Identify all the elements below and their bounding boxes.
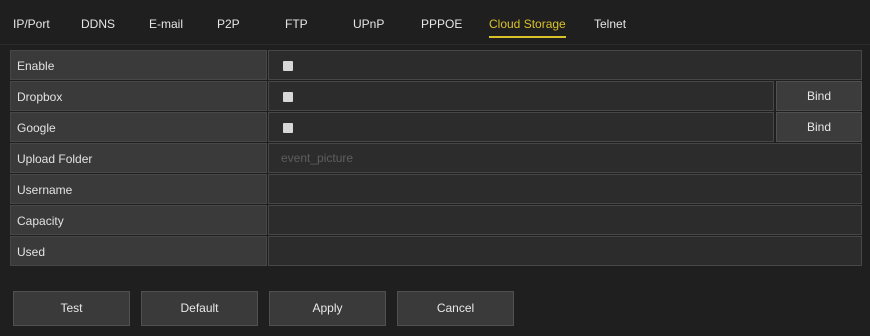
default-button[interactable]: Default (141, 291, 258, 326)
tab-divider (0, 44, 870, 45)
tab-email[interactable]: E-mail (149, 17, 183, 31)
google-label-cell: Google (10, 112, 267, 142)
dropbox-label-cell: Dropbox (10, 81, 267, 111)
used-row: Used (10, 236, 862, 266)
upload-folder-label: Upload Folder (17, 152, 93, 166)
tab-ddns[interactable]: DDNS (81, 17, 115, 31)
username-value-cell (268, 174, 862, 204)
tab-ip-port[interactable]: IP/Port (13, 17, 50, 31)
dropbox-value-cell (268, 81, 774, 111)
enable-label: Enable (17, 59, 55, 73)
upload-folder-label-cell: Upload Folder (10, 143, 267, 173)
username-label: Username (17, 183, 73, 197)
username-label-cell: Username (10, 174, 267, 204)
capacity-label-cell: Capacity (10, 205, 267, 235)
enable-label-cell: Enable (10, 50, 267, 80)
dropbox-bind-button[interactable]: Bind (776, 81, 862, 111)
upload-folder-value-cell (268, 143, 862, 173)
tab-upnp[interactable]: UPnP (353, 17, 384, 31)
tab-ftp[interactable]: FTP (285, 17, 308, 31)
test-button[interactable]: Test (13, 291, 130, 326)
tab-bar: IP/Port DDNS E-mail P2P FTP UPnP PPPOE C… (0, 0, 870, 45)
username-row: Username (10, 174, 862, 204)
used-label-cell: Used (10, 236, 267, 266)
cancel-button[interactable]: Cancel (397, 291, 514, 326)
used-label: Used (17, 245, 46, 259)
google-row: Google Bind (10, 112, 862, 142)
tab-pppoe[interactable]: PPPOE (421, 17, 462, 31)
enable-value-cell (268, 50, 862, 80)
tab-cloud-storage[interactable]: Cloud Storage (489, 17, 566, 38)
enable-checkbox[interactable] (283, 61, 293, 71)
used-value-cell (268, 236, 862, 266)
capacity-label: Capacity (17, 214, 64, 228)
capacity-value-cell (268, 205, 862, 235)
google-label: Google (17, 121, 56, 135)
dropbox-label: Dropbox (17, 90, 63, 104)
google-value-cell (268, 112, 774, 142)
tab-p2p[interactable]: P2P (217, 17, 240, 31)
upload-folder-input[interactable] (269, 144, 861, 172)
upload-folder-row: Upload Folder (10, 143, 862, 173)
dropbox-checkbox[interactable] (283, 92, 293, 102)
apply-button[interactable]: Apply (269, 291, 386, 326)
dropbox-row: Dropbox Bind (10, 81, 862, 111)
enable-row: Enable (10, 50, 862, 80)
capacity-row: Capacity (10, 205, 862, 235)
tab-telnet[interactable]: Telnet (594, 17, 626, 31)
google-checkbox[interactable] (283, 123, 293, 133)
google-bind-button[interactable]: Bind (776, 112, 862, 142)
cloud-storage-settings: Enable Dropbox Bind Google Bind Upload F… (10, 50, 862, 267)
